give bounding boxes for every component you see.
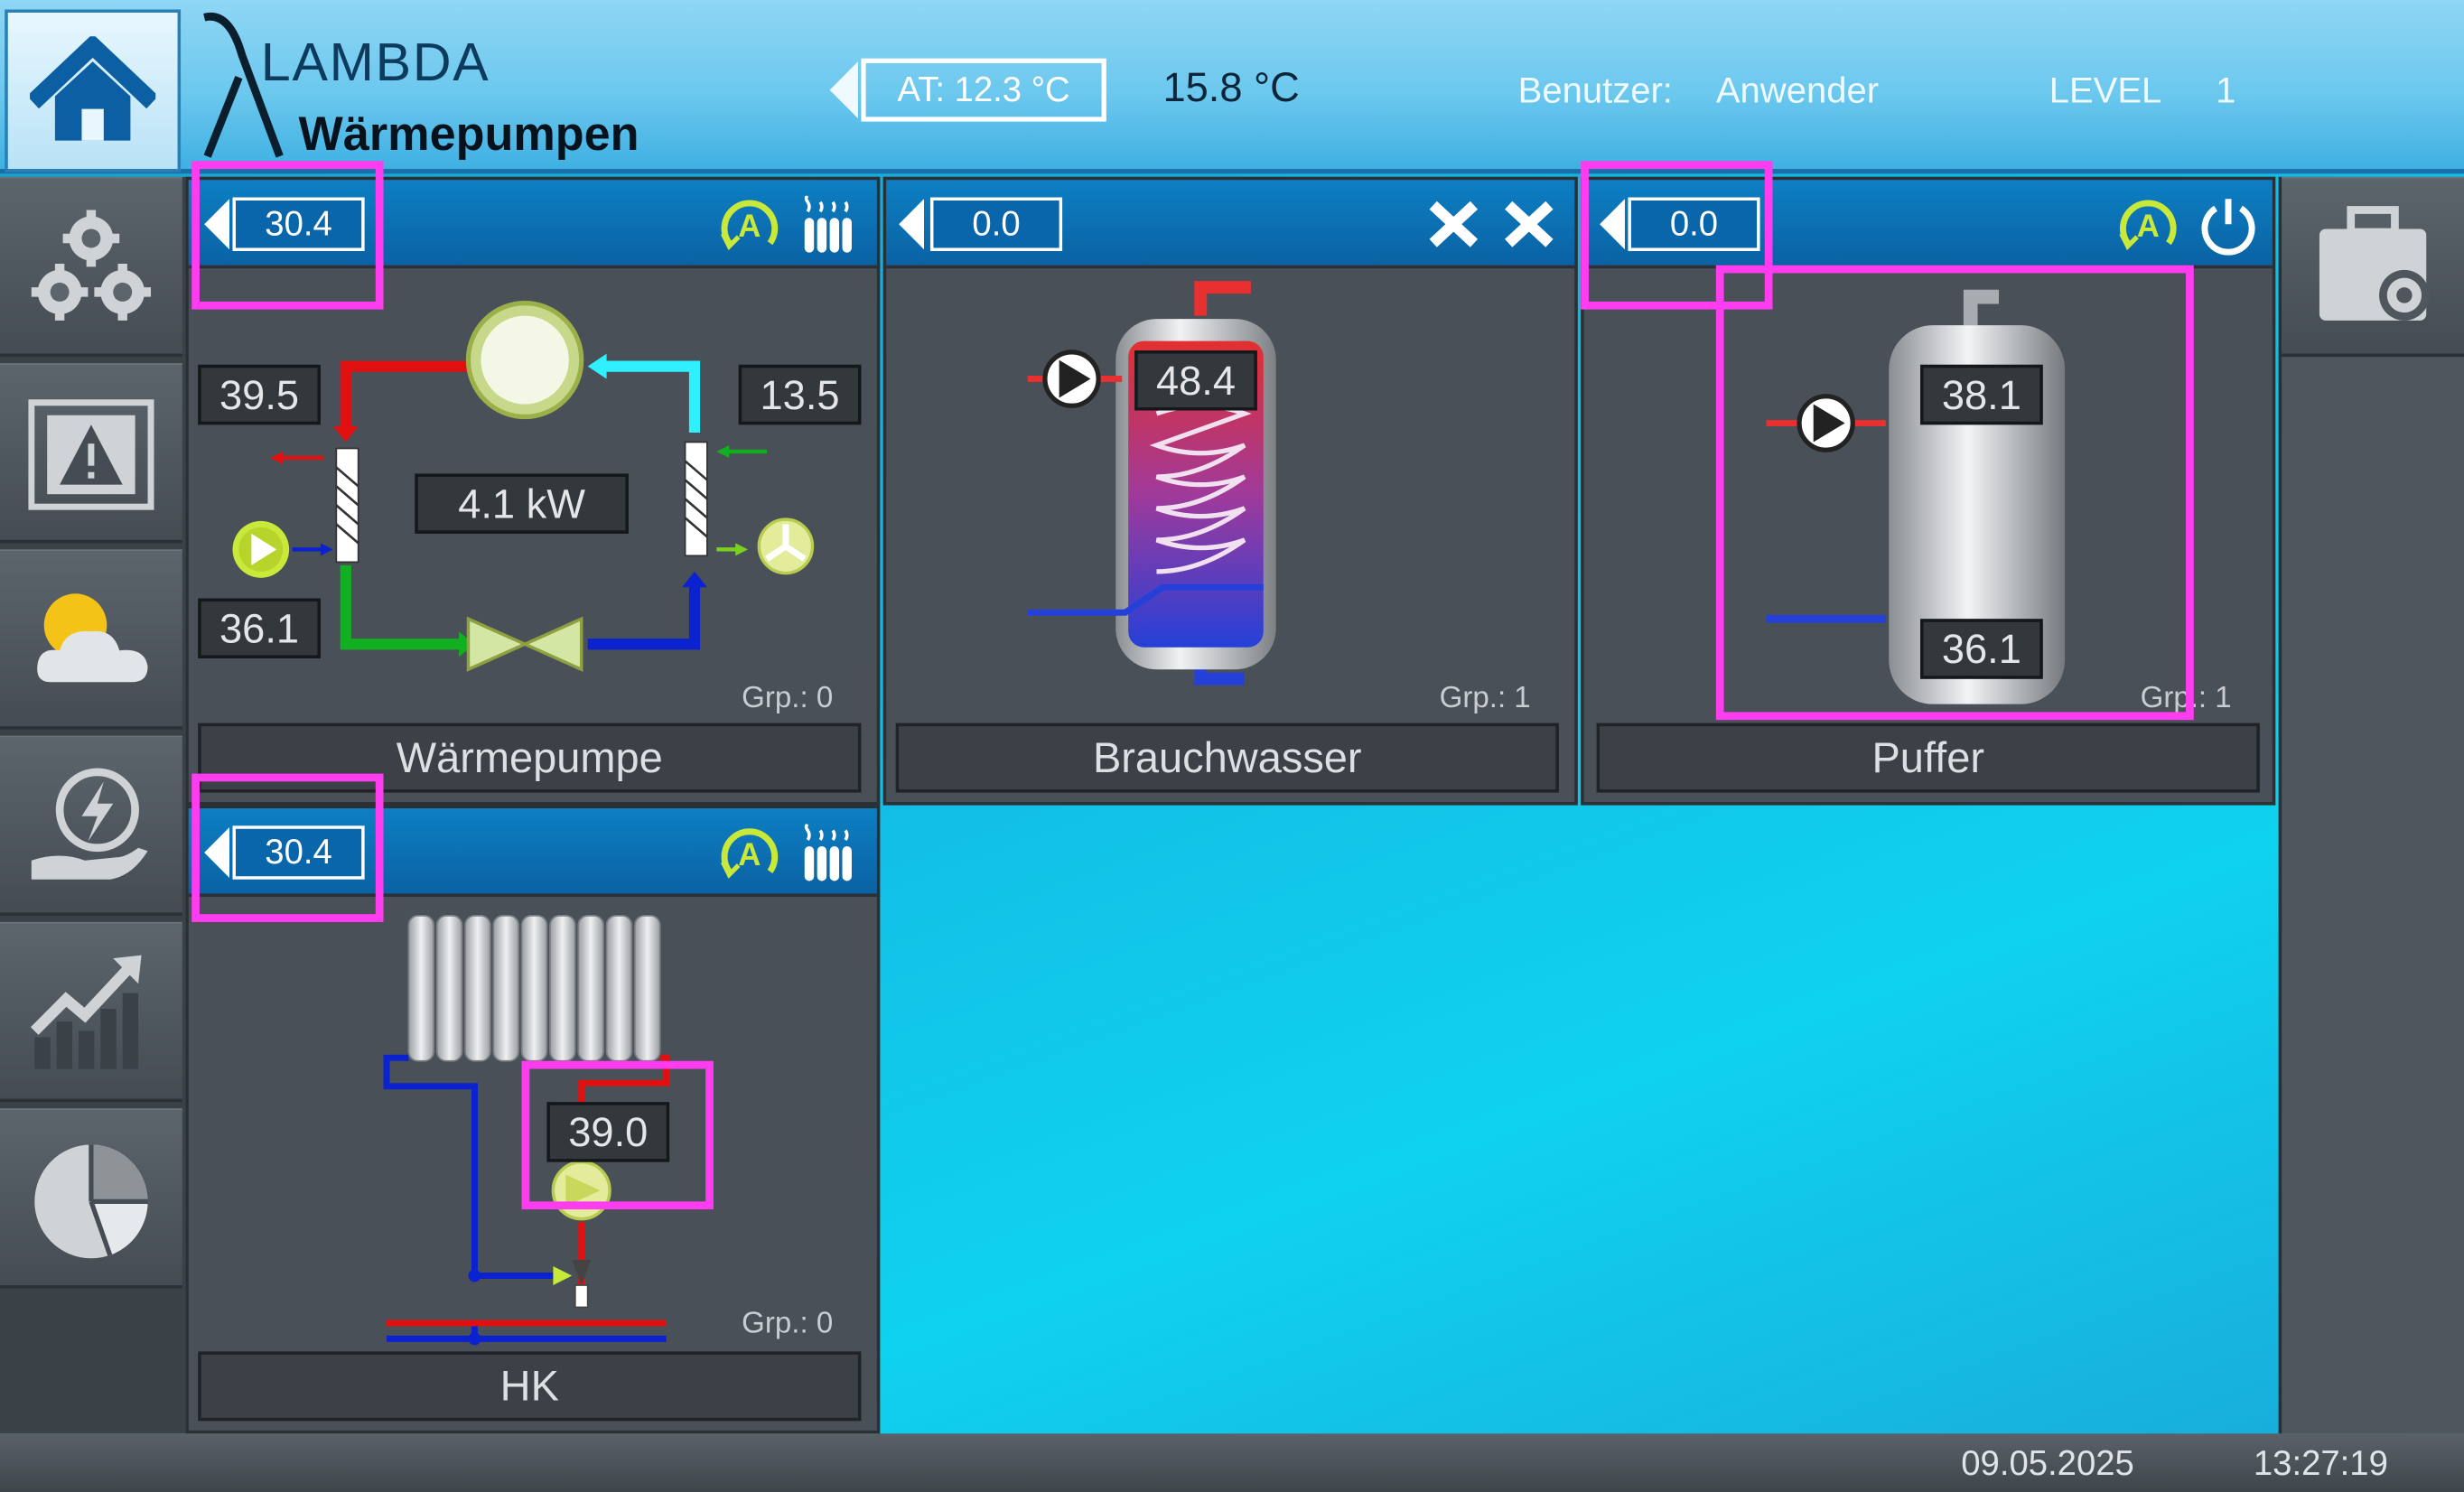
svg-text:A: A [738, 209, 761, 244]
settings-gears-icon [31, 209, 152, 320]
tank-temp-readout: 48.4 [1134, 350, 1257, 411]
user-value[interactable]: Anwender [1716, 70, 1879, 112]
user-label: Benutzer: [1517, 69, 1673, 111]
panel-label[interactable]: Puffer [1596, 723, 2260, 793]
home-icon [30, 35, 156, 140]
auto-mode-icon[interactable]: A [716, 825, 782, 884]
group-label: Grp.: 0 [742, 1307, 834, 1341]
source-temp-readout: 13.5 [738, 364, 862, 425]
level-label: LEVEL [2049, 69, 2162, 111]
outside-temp: AT: 12.3 °C [861, 58, 1106, 122]
return-temp-readout: 36.1 [198, 598, 321, 658]
service-toolbox-icon [2319, 205, 2430, 320]
footer-date: 09.05.2025 [1961, 1442, 2134, 1483]
svg-text:A: A [738, 837, 761, 872]
auto-mode-icon[interactable]: A [716, 196, 782, 256]
pie-chart-icon [34, 1143, 148, 1258]
home-button[interactable] [5, 9, 182, 173]
right-sidebar [2278, 176, 2464, 1434]
panel-header: 0.0 [886, 180, 1575, 269]
header-bar: LAMBDA Wärmepumpen AT: 12.3 °C 15.8 °C B… [0, 0, 2464, 174]
left-arrow-icon [899, 199, 925, 250]
outside-temp-widget[interactable]: AT: 12.3 °C [826, 58, 1106, 122]
footer-time: 13:27:19 [2253, 1442, 2388, 1483]
energy-button[interactable] [0, 735, 182, 916]
left-arrow-icon [829, 61, 858, 119]
group-label: Grp.: 1 [1439, 682, 1531, 715]
statistics-icon [30, 954, 142, 1068]
logo-title: LAMBDA [260, 33, 490, 94]
hot-water-tank-diagram [1027, 281, 1276, 685]
panel-puffer[interactable]: 0.0 A 38.1 36.1 Grp.: 1 Puffer [1581, 161, 2276, 806]
statistics-button[interactable] [0, 921, 182, 1103]
status-bar: 09.05.2025 13:27:19 [0, 1433, 2464, 1492]
heating-icon [804, 195, 852, 253]
setpoint-value[interactable]: 0.0 [929, 197, 1063, 251]
panel-label[interactable]: Brauchwasser [895, 723, 1559, 793]
pie-chart-button[interactable] [0, 1108, 182, 1289]
energy-icon [31, 767, 148, 879]
weather-icon [37, 592, 148, 682]
panel-heatpump[interactable]: 30.4 A 39.5 13.5 36.1 4.1 kW Grp.: 0 Wär… [185, 161, 881, 806]
power-readout: 4.1 kW [415, 473, 629, 534]
panel-brauchwasser[interactable]: 0.0 48.4 Grp.: 1 Brauchwasser [882, 176, 1578, 806]
flow-temp-highlight [521, 1060, 714, 1210]
heating-icon [804, 824, 852, 881]
alarm-button[interactable] [0, 363, 182, 544]
settings-button[interactable] [0, 176, 182, 358]
panel-label[interactable]: HK [198, 1351, 862, 1422]
tank-highlight [1715, 265, 2194, 721]
logo-subtitle: Wärmepumpen [298, 108, 639, 162]
svg-text:A: A [2137, 209, 2160, 244]
weather-button[interactable] [0, 549, 182, 730]
service-button[interactable] [2282, 176, 2464, 358]
panel-hk[interactable]: 30.4 A 39.0 Grp.: 0 HK [185, 773, 881, 1434]
setpoint-highlight [191, 161, 384, 310]
alarm-warning-icon [28, 398, 154, 509]
level-value: 1 [2216, 69, 2236, 111]
logo: LAMBDA Wärmepumpen [198, 8, 701, 166]
auto-mode-icon[interactable]: A [2115, 196, 2181, 256]
off-x-icon[interactable] [1502, 199, 1555, 249]
off-x-icon[interactable] [1427, 199, 1480, 249]
group-label: Grp.: 0 [742, 682, 834, 715]
left-sidebar [0, 176, 186, 1434]
power-icon[interactable] [2197, 192, 2260, 256]
setpoint-highlight [191, 773, 384, 922]
flow-temp-readout: 39.5 [198, 364, 321, 425]
temperature-readout: 15.8 °C [1162, 62, 1300, 111]
